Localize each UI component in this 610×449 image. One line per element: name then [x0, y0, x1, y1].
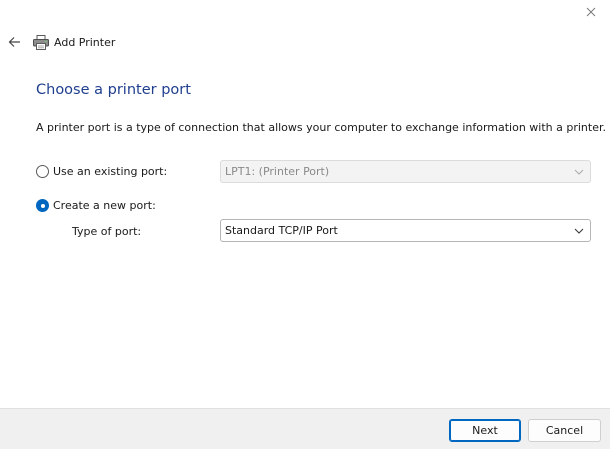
create-new-port-label: Create a new port:	[53, 199, 156, 212]
close-icon	[586, 7, 596, 17]
type-of-port-label: Type of port:	[72, 225, 142, 238]
cancel-button[interactable]: Cancel	[528, 419, 601, 442]
port-type-value: Standard TCP/IP Port	[225, 224, 338, 237]
wizard-title: Add Printer	[54, 35, 116, 49]
chevron-down-icon	[574, 169, 584, 175]
next-button[interactable]: Next	[449, 419, 521, 442]
page-heading: Choose a printer port	[36, 82, 191, 98]
use-existing-port-radio[interactable]	[36, 165, 49, 178]
create-new-port-option[interactable]: Create a new port:	[36, 199, 156, 212]
arrow-left-icon	[8, 37, 20, 47]
printer-icon	[33, 34, 49, 50]
wizard-header: Add Printer	[6, 33, 115, 51]
chevron-down-icon	[574, 228, 584, 234]
existing-port-value: LPT1: (Printer Port)	[225, 165, 330, 178]
close-button[interactable]	[580, 2, 602, 22]
use-existing-port-option[interactable]: Use an existing port:	[36, 165, 167, 178]
port-type-select[interactable]: Standard TCP/IP Port	[220, 219, 591, 242]
page-description: A printer port is a type of connection t…	[36, 121, 606, 134]
back-button[interactable]	[6, 33, 22, 51]
create-new-port-radio[interactable]	[36, 199, 49, 212]
wizard-footer: Next Cancel	[0, 408, 610, 449]
use-existing-port-label: Use an existing port:	[53, 165, 168, 178]
existing-port-select: LPT1: (Printer Port)	[220, 160, 591, 183]
